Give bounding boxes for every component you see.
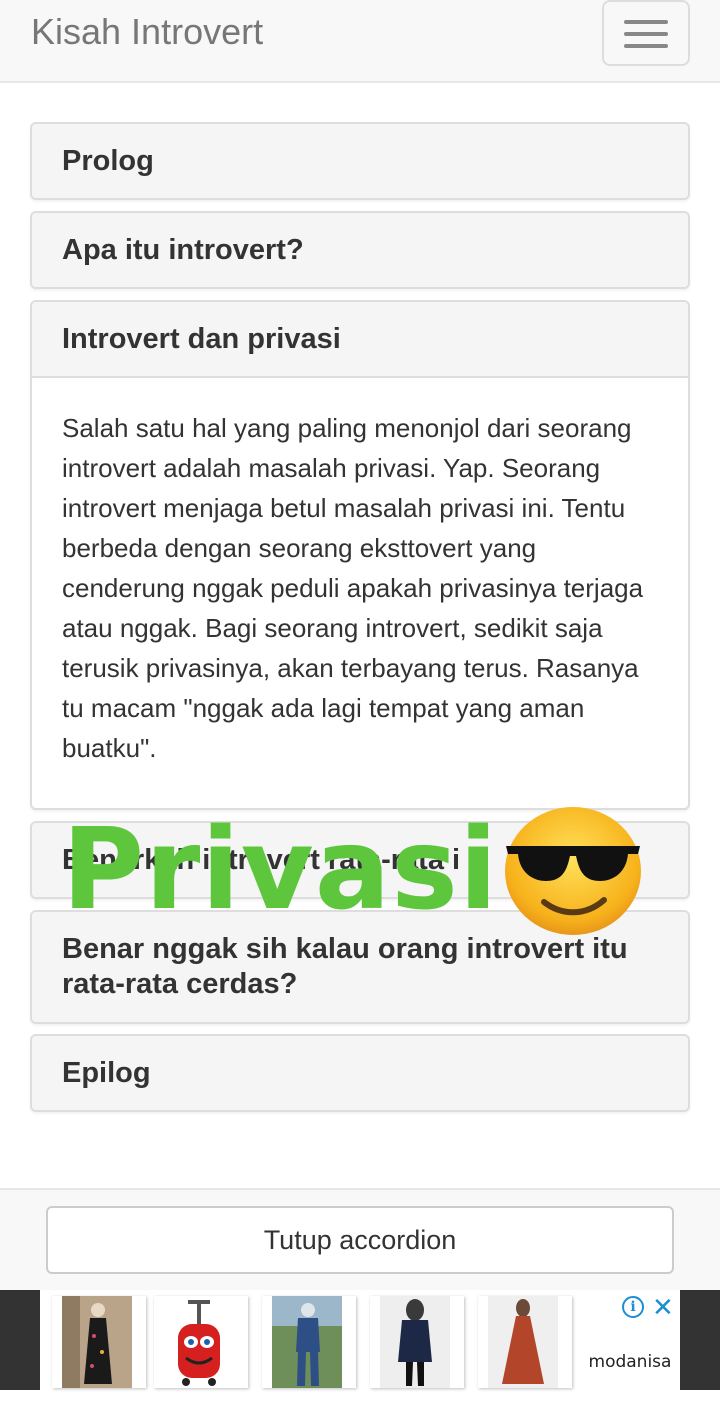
panel-title: Epilog (62, 1056, 151, 1089)
panel-title: Benar nggak sih kalau orang introvert it… (62, 933, 628, 1000)
sunglasses-face-emoji (505, 807, 641, 935)
accordion-panel-epilog: Epilog (30, 1034, 690, 1112)
panel-heading[interactable]: Apa itu introvert? (32, 213, 688, 287)
close-icon[interactable]: ✕ (652, 1294, 674, 1320)
panel-body: Salah satu hal yang paling menonjol dari… (62, 413, 644, 763)
ad-product-floral-dress[interactable] (52, 1296, 146, 1388)
ad-product-denim-set[interactable] (262, 1296, 356, 1388)
panel-title: Apa itu introvert? (62, 233, 304, 266)
brand-title[interactable]: Kisah Introvert (31, 12, 263, 52)
panel-heading[interactable]: Introvert dan privasi (32, 302, 688, 378)
info-icon[interactable]: i (622, 1296, 644, 1318)
kids-backpack-image (164, 1296, 234, 1388)
navbar: Kisah Introvert (0, 0, 720, 83)
accordion-panel-introvert-dan-privasi: Introvert dan privasi Salah satu hal yan… (30, 300, 690, 810)
accordion-panel-apa-itu-introvert: Apa itu introvert? (30, 211, 690, 289)
floral-dress-image (62, 1296, 132, 1388)
panel-heading[interactable]: Prolog (32, 124, 688, 198)
accordion-panel-prolog: Prolog (30, 122, 690, 200)
panel-heading[interactable]: Epilog (32, 1036, 688, 1110)
ad-brand-name: modanisa (588, 1352, 672, 1372)
panel-title: Prolog (62, 144, 154, 177)
close-accordion-button[interactable]: Tutup accordion (46, 1206, 674, 1274)
rust-dress-image (488, 1296, 558, 1388)
privasi-sticker-text: Privasi (62, 805, 499, 935)
navbar-toggle-button[interactable] (602, 0, 690, 66)
ad-product-rust-dress[interactable] (478, 1296, 572, 1388)
denim-set-image (272, 1296, 342, 1388)
ad-product-kids-backpack[interactable] (154, 1296, 248, 1388)
navy-tunic-image (380, 1296, 450, 1388)
ad-product-navy-tunic[interactable] (370, 1296, 464, 1388)
panel-title: Introvert dan privasi (62, 322, 341, 355)
